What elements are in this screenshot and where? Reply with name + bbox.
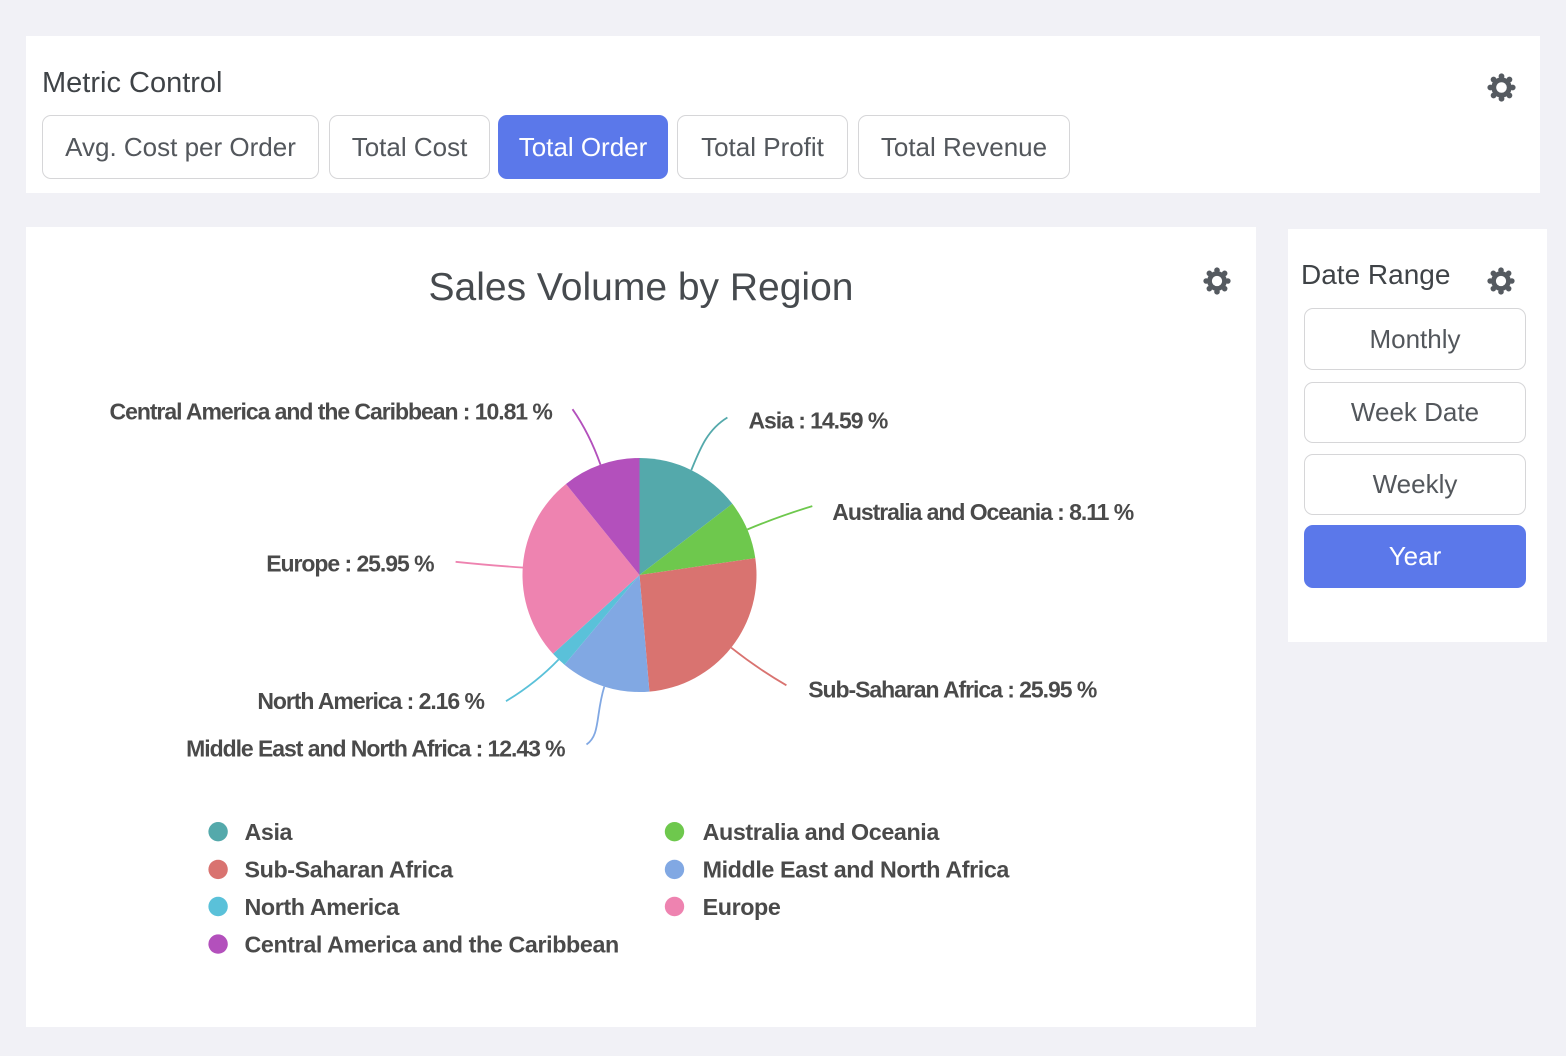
svg-text:Asia : 14.59 %: Asia : 14.59 % (749, 408, 888, 434)
svg-text:Central America and the Caribb: Central America and the Caribbean : 10.8… (110, 399, 553, 425)
svg-text:Europe : 25.95 %: Europe : 25.95 % (266, 550, 434, 576)
svg-text:Middle East and North Africa: Middle East and North Africa (703, 857, 1011, 883)
svg-text:Middle East and North Africa :: Middle East and North Africa : 12.43 % (186, 735, 565, 761)
svg-text:North America: North America (245, 894, 401, 920)
svg-text:Asia: Asia (245, 819, 294, 845)
svg-text:Australia and Oceania: Australia and Oceania (703, 819, 941, 845)
svg-text:Europe: Europe (703, 894, 781, 920)
svg-text:Australia and Oceania : 8.11 %: Australia and Oceania : 8.11 % (832, 499, 1133, 525)
svg-text:Sales Volume by Region: Sales Volume by Region (429, 266, 854, 309)
svg-text:North America : 2.16 %: North America : 2.16 % (257, 688, 484, 714)
svg-text:Sub-Saharan Africa : 25.95 %: Sub-Saharan Africa : 25.95 % (808, 677, 1097, 703)
svg-text:Central America and the Caribb: Central America and the Caribbean (245, 931, 619, 957)
svg-text:Sub-Saharan Africa: Sub-Saharan Africa (245, 857, 455, 883)
